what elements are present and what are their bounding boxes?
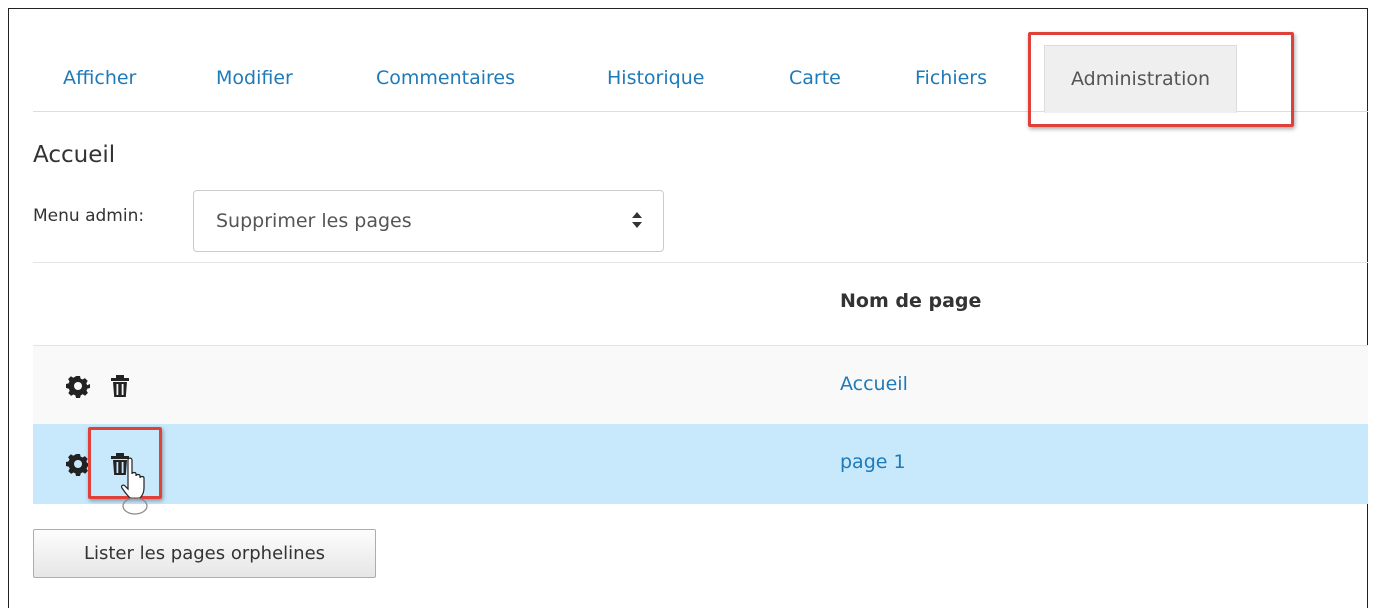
list-orphan-pages-button[interactable]: Lister les pages orphelines (33, 529, 376, 578)
tab-bar: Afficher Modifier Commentaires Historiqu… (33, 45, 1368, 113)
row-actions (66, 346, 132, 426)
admin-menu-select[interactable]: Supprimer les pages (193, 190, 664, 252)
table-row-selected: page 1 (33, 424, 1368, 504)
row-actions (66, 424, 132, 504)
tab-administration[interactable]: Administration (1044, 45, 1238, 113)
table-row: Accueil (33, 345, 1368, 425)
page-title: Accueil (33, 142, 116, 168)
page-link-accueil[interactable]: Accueil (840, 373, 908, 395)
tab-modifier[interactable]: Modifier (216, 45, 293, 112)
trash-icon[interactable] (108, 452, 132, 476)
divider (33, 262, 1368, 263)
page-link-page-1[interactable]: page 1 (840, 451, 906, 473)
admin-menu-label: Menu admin: (33, 206, 145, 226)
gear-icon[interactable] (66, 452, 90, 476)
admin-menu-selected-value: Supprimer les pages (216, 210, 412, 232)
column-header-page-name: Nom de page (840, 290, 982, 312)
gear-icon[interactable] (66, 374, 90, 398)
tab-historique[interactable]: Historique (607, 45, 704, 112)
select-arrows-icon (631, 211, 643, 232)
tab-fichiers[interactable]: Fichiers (915, 45, 987, 112)
tab-commentaires[interactable]: Commentaires (376, 45, 515, 112)
tab-afficher[interactable]: Afficher (63, 45, 136, 112)
trash-icon[interactable] (108, 374, 132, 398)
tab-carte[interactable]: Carte (789, 45, 841, 112)
